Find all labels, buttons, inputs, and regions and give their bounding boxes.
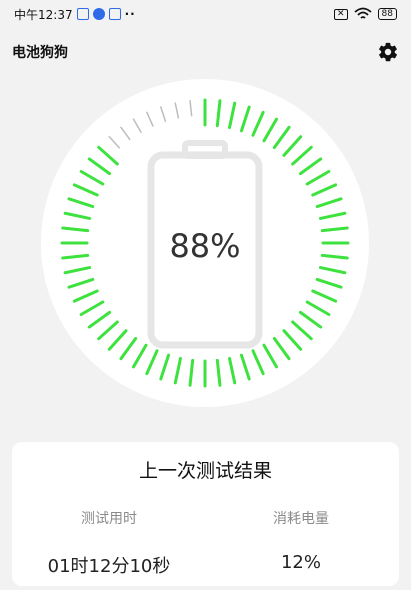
last-test-result-card: 上一次测试结果 测试用时 消耗电量 01时12分10秒 12%	[12, 442, 399, 586]
battery-dial: 88%	[40, 78, 370, 408]
consumed-power-value: 12%	[280, 552, 321, 573]
status-bar-left: 中午12:37 ··	[14, 6, 136, 23]
battery-icon: 88	[377, 8, 397, 20]
result-card-title: 上一次测试结果	[138, 460, 272, 482]
battery-percent: 88%	[169, 227, 240, 265]
app-circle-icon	[92, 8, 105, 20]
status-bar-right: ✕ 88	[334, 7, 397, 21]
app-title: 电池狗狗	[12, 45, 68, 61]
app-bar: 电池狗狗	[0, 36, 411, 68]
test-duration-value: 01时12分10秒	[47, 556, 171, 577]
consumed-power-label: 消耗电量	[273, 511, 329, 527]
no-sim-icon: ✕	[334, 8, 348, 20]
gear-icon[interactable]	[377, 41, 399, 63]
app-square-icon	[108, 8, 121, 20]
status-bar: 中午12:37 ·· ✕ 88	[0, 0, 411, 28]
test-duration-label: 测试用时	[81, 511, 137, 527]
status-time: 中午12:37	[14, 7, 73, 22]
sim-icon	[76, 8, 89, 20]
more-dots-icon: ··	[124, 7, 136, 21]
wifi-icon	[353, 7, 372, 19]
battery-dial-svg: 88%	[41, 79, 369, 407]
